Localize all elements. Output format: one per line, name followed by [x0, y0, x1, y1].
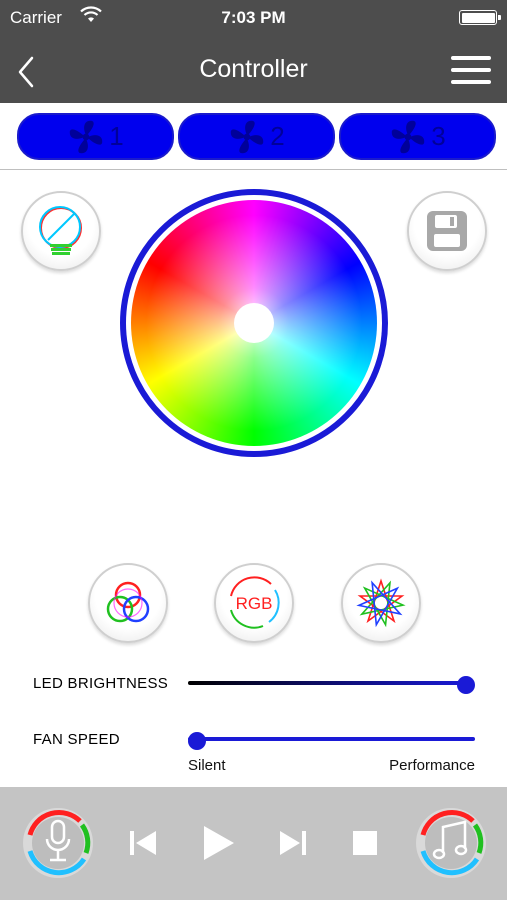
led-brightness-label: LED BRIGHTNESS [33, 675, 169, 692]
stop-button[interactable] [346, 825, 386, 861]
previous-icon [130, 831, 156, 855]
mode-button-circles[interactable] [88, 563, 168, 643]
mode-button-rgb[interactable]: RGB [214, 563, 294, 643]
menu-line-icon [451, 56, 491, 60]
menu-line-icon [451, 80, 491, 84]
led-brightness-thumb[interactable] [457, 676, 475, 694]
color-wheel-gradient[interactable] [131, 200, 377, 446]
fan-speed-label: FAN SPEED [33, 731, 120, 748]
play-icon [204, 826, 234, 860]
rgb-cycle-icon: RGB [230, 576, 280, 629]
floppy-save-icon [427, 211, 467, 251]
player-bar [0, 787, 507, 900]
play-button[interactable] [196, 821, 240, 865]
bulb-icon [39, 206, 82, 255]
next-button[interactable] [272, 825, 312, 861]
fan-icon [70, 120, 103, 153]
save-button[interactable] [407, 191, 487, 271]
next-icon [280, 831, 306, 855]
color-wheel[interactable] [120, 189, 388, 457]
led-brightness-slider[interactable] [188, 681, 466, 685]
fan-speed-thumb[interactable] [188, 732, 206, 750]
tab-label: 3 [431, 121, 446, 151]
tab-label: 2 [270, 121, 285, 151]
battery-icon [459, 10, 501, 25]
fan-speed-min-label: Silent [188, 757, 226, 774]
rgb-icon-text: RGB [236, 594, 273, 613]
page-title: Controller [199, 55, 308, 83]
menu-line-icon [451, 68, 491, 72]
menu-button[interactable] [451, 56, 491, 84]
fan-icon [392, 120, 425, 153]
microphone-button[interactable] [20, 805, 96, 881]
fan-tab-bar: 1 2 3 [0, 103, 507, 170]
stop-icon [353, 831, 377, 855]
tab-fan-3[interactable]: 3 [339, 113, 496, 160]
previous-button[interactable] [124, 825, 164, 861]
fan-speed-max-label: Performance [389, 757, 475, 774]
fan-icon [231, 120, 264, 153]
rgb-circles-icon [106, 581, 150, 623]
clock: 7:03 PM [221, 8, 286, 27]
tab-label: 1 [109, 121, 124, 151]
tab-fan-1[interactable]: 1 [17, 113, 174, 160]
bulb-button[interactable] [21, 191, 101, 271]
star-pattern-icon [356, 578, 406, 628]
status-bar: Carrier 7:03 PM [0, 0, 507, 36]
music-button[interactable] [413, 805, 489, 881]
fan-speed-slider[interactable] [188, 737, 475, 741]
mode-button-star[interactable] [341, 563, 421, 643]
tab-fan-2[interactable]: 2 [178, 113, 335, 160]
color-wheel-selector[interactable] [234, 303, 274, 343]
navigation-bar: Carrier 7:03 PM Controller [0, 0, 507, 103]
